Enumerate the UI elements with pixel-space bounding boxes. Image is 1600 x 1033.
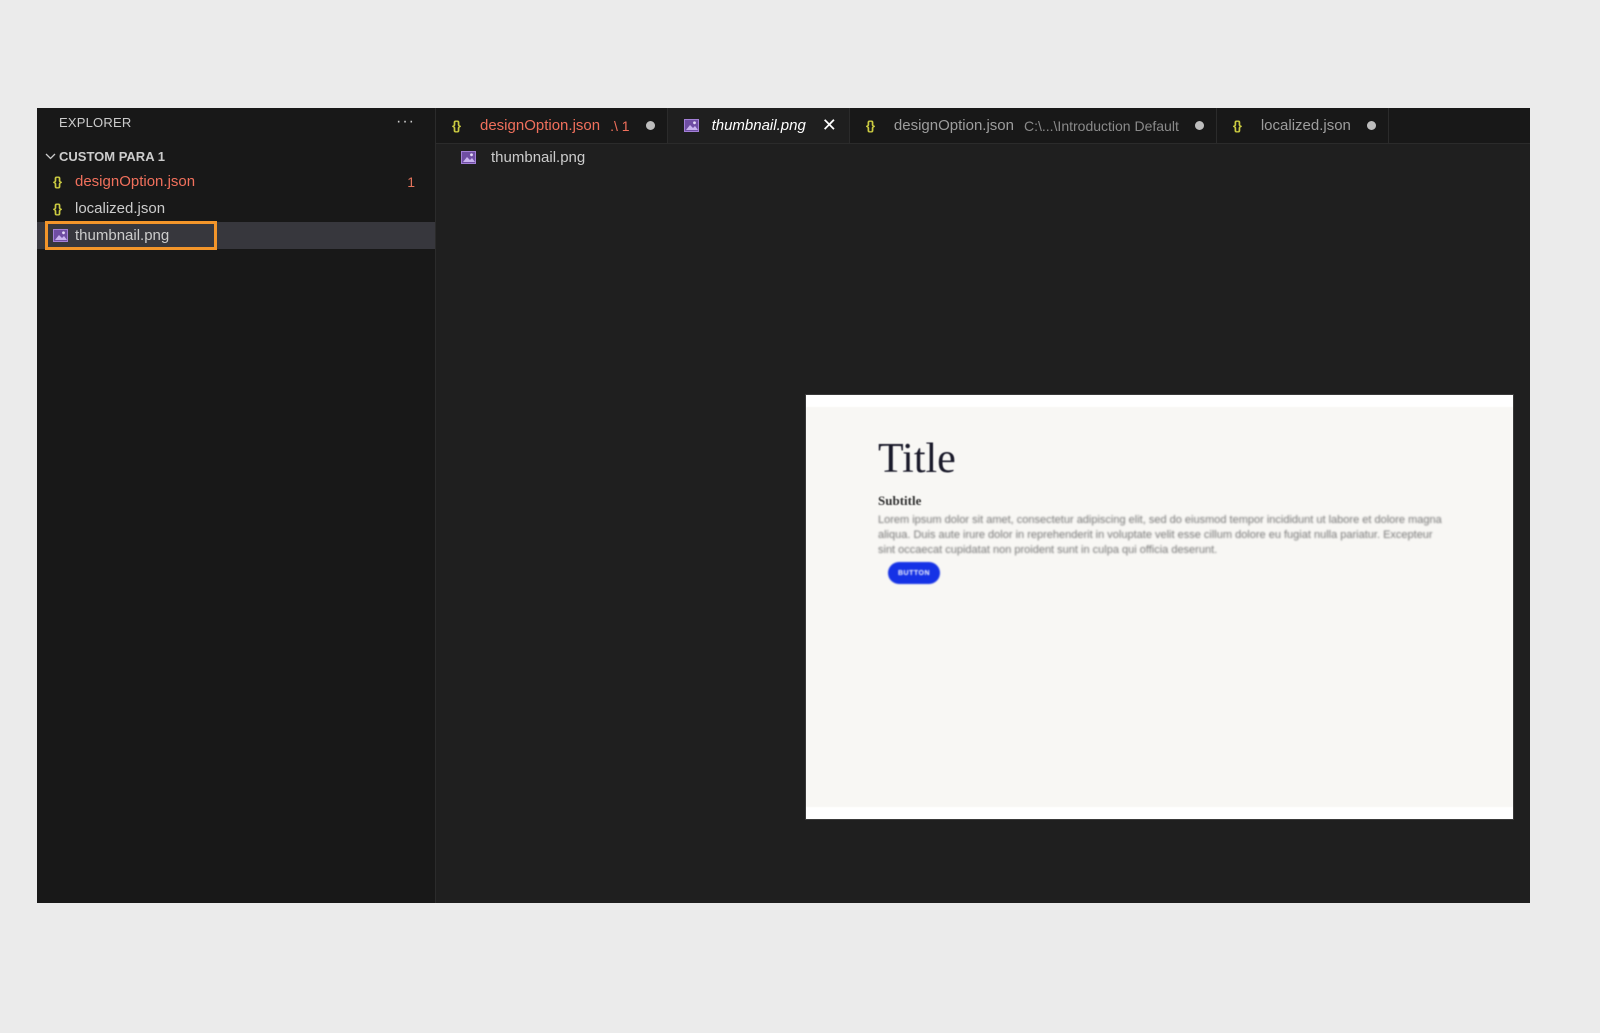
tab-label: designOption.json (893, 117, 1014, 134)
breadcrumb-file: thumbnail.png (491, 148, 586, 166)
breadcrumb[interactable]: thumbnail.png (461, 146, 585, 168)
preview-button: BUTTON (888, 562, 940, 584)
tab-thumbnail[interactable]: thumbnail.png ✕ (667, 108, 850, 143)
folder-section[interactable]: CUSTOM PARA 1 (37, 144, 435, 168)
file-name: designOption.json (75, 173, 196, 190)
json-icon: {} (452, 118, 461, 133)
folder-title: CUSTOM PARA 1 (59, 148, 165, 164)
chevron-down-icon (41, 153, 59, 160)
thumbnail-content: Title Subtitle Lorem ipsum dolor sit ame… (806, 407, 1513, 807)
tab-label: localized.json (1260, 117, 1351, 134)
editor-tabs: {} designOption.json .\ 1 thumbnail.png … (436, 108, 1530, 144)
json-icon: {} (53, 174, 62, 189)
tab-label: designOption.json (480, 117, 601, 134)
preview-subtitle: Subtitle (878, 493, 922, 508)
json-icon: {} (865, 118, 875, 133)
close-icon[interactable]: ✕ (822, 115, 837, 136)
more-actions-icon[interactable]: ··· (396, 113, 415, 131)
image-preview: Title Subtitle Lorem ipsum dolor sit ame… (805, 394, 1514, 820)
image-icon (461, 150, 483, 164)
file-item-designoption[interactable]: {} designOption.json 1 (37, 168, 435, 195)
image-icon (53, 229, 75, 242)
modified-dot-icon[interactable] (1366, 121, 1376, 130)
tab-designoption-default[interactable]: {} designOption.json C:\...\Introduction… (849, 108, 1217, 143)
preview-body: Lorem ipsum dolor sit amet, consectetur … (878, 514, 1442, 556)
image-icon (683, 119, 706, 132)
editor-window: EXPLORER ··· CUSTOM PARA 1 {} designOpti… (37, 108, 1530, 903)
file-item-thumbnail[interactable]: thumbnail.png (37, 221, 435, 250)
file-name: thumbnail.png (75, 227, 170, 244)
tab-designoption-local[interactable]: {} designOption.json .\ 1 (436, 108, 668, 143)
modified-dot-icon[interactable] (645, 121, 655, 130)
tab-localized[interactable]: {} localized.json (1216, 108, 1389, 143)
explorer-header: EXPLORER ··· (37, 108, 435, 136)
file-name: localized.json (75, 200, 166, 217)
json-icon: {} (53, 201, 62, 216)
tab-label: thumbnail.png (711, 117, 806, 134)
json-icon: {} (1232, 118, 1242, 133)
tab-suffix: C:\...\Introduction Default (1023, 117, 1179, 134)
explorer-sidebar: EXPLORER ··· CUSTOM PARA 1 {} designOpti… (37, 108, 436, 903)
modified-dot-icon[interactable] (1194, 121, 1204, 130)
tab-suffix: .\ 1 (610, 117, 630, 134)
preview-title: Title (878, 436, 956, 482)
problem-count-badge: 1 (407, 173, 415, 190)
explorer-title: EXPLORER (59, 114, 132, 130)
file-item-localized[interactable]: {} localized.json (37, 195, 435, 222)
